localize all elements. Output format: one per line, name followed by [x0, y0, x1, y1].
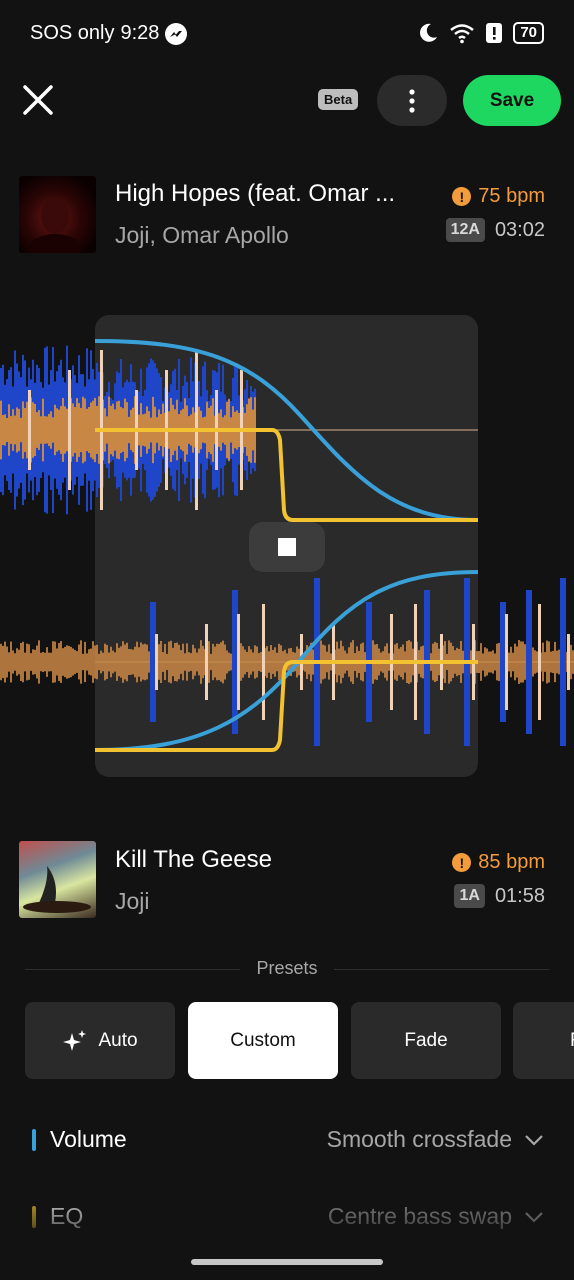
- track-b-cover: [19, 841, 96, 918]
- chevron-down-icon: [525, 1211, 543, 1223]
- track-a-bpm-value: 75 bpm: [478, 185, 545, 207]
- volume-color-bar: [32, 1128, 36, 1151]
- carrier-text: SOS only: [30, 22, 115, 44]
- clock: 9:28: [120, 22, 160, 44]
- warning-icon: !: [452, 853, 472, 872]
- track-a-cover: [19, 176, 96, 253]
- track-b-duration: 01:58: [494, 884, 545, 907]
- volume-value: Smooth crossfade: [326, 1126, 512, 1152]
- track-a-artist: Joji, Omar Apollo: [115, 222, 289, 248]
- wifi-icon: [450, 24, 475, 44]
- save-button[interactable]: Save: [463, 75, 561, 126]
- eq-value-dropdown[interactable]: Centre bass swap: [328, 1203, 544, 1230]
- close-icon: [23, 85, 53, 115]
- stop-icon: [278, 538, 296, 556]
- do-not-disturb-icon: [420, 23, 438, 42]
- eq-value: Centre bass swap: [327, 1203, 512, 1229]
- preset-auto-button[interactable]: Auto: [25, 1002, 175, 1079]
- alert-icon: [486, 23, 503, 43]
- preset-custom-label: Custom: [230, 1029, 296, 1051]
- preset-auto-label: Auto: [98, 1029, 138, 1051]
- volume-value-dropdown[interactable]: Smooth crossfade: [327, 1126, 544, 1153]
- track-a-title: High Hopes (feat. Omar ...: [115, 180, 396, 207]
- beta-badge: Beta: [318, 89, 359, 110]
- close-button[interactable]: [20, 82, 56, 118]
- preset-next-button[interactable]: F: [513, 1002, 574, 1079]
- track-a-meta: 12A 03:02: [445, 218, 545, 242]
- preset-fade-label: Fade: [404, 1029, 448, 1051]
- preset-next-label: F: [570, 1030, 574, 1052]
- track-b-bpm-value: 85 bpm: [478, 851, 545, 873]
- sparkle-icon: [63, 1029, 87, 1051]
- volume-setting-row[interactable]: Volume Smooth crossfade: [32, 1126, 544, 1153]
- track-b-bpm[interactable]: ! 85 bpm: [452, 851, 545, 874]
- more-options-button[interactable]: [377, 75, 447, 126]
- track-b-meta: 1A 01:58: [454, 884, 545, 908]
- home-indicator[interactable]: [191, 1259, 383, 1265]
- track-a-duration: 03:02: [494, 218, 545, 241]
- chevron-down-icon: [525, 1134, 543, 1146]
- warning-icon: !: [452, 187, 472, 206]
- battery-level: 70: [513, 22, 544, 44]
- preset-custom-button[interactable]: Custom: [188, 1002, 338, 1079]
- status-bar-left: SOS only 9:28: [30, 22, 188, 45]
- more-vertical-icon: [409, 88, 415, 113]
- status-bar-right: 70: [417, 22, 544, 44]
- messenger-icon: [165, 22, 188, 45]
- stop-button[interactable]: [249, 522, 325, 572]
- track-b-title: Kill The Geese: [115, 846, 272, 873]
- volume-label: Volume: [50, 1126, 127, 1152]
- preset-fade-button[interactable]: Fade: [351, 1002, 501, 1079]
- eq-label: EQ: [50, 1203, 84, 1229]
- eq-color-bar: [32, 1205, 36, 1228]
- bottom-fade: [0, 1180, 574, 1280]
- track-b-key: 1A: [454, 884, 485, 908]
- track-a-key: 12A: [445, 218, 485, 242]
- presets-heading: Presets: [256, 958, 318, 978]
- track-b-artist: Joji: [115, 888, 150, 914]
- eq-setting-row[interactable]: EQ Centre bass swap: [32, 1203, 544, 1230]
- track-a-bpm[interactable]: ! 75 bpm: [452, 185, 545, 208]
